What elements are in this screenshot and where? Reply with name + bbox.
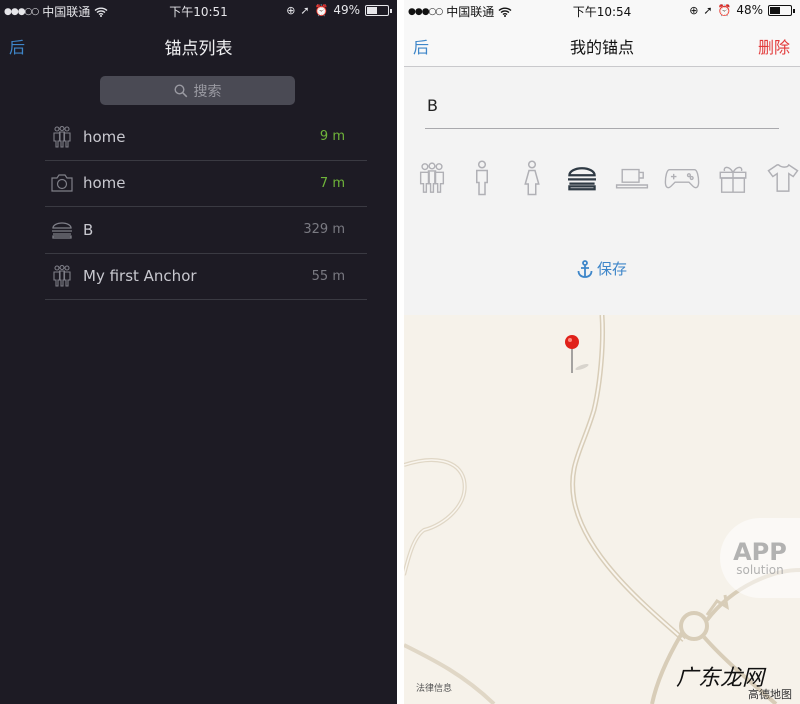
gift-icon[interactable] <box>715 158 750 198</box>
watermark-app-text: APP <box>733 538 787 566</box>
burger-icon <box>49 217 75 243</box>
delete-button[interactable]: 删除 <box>758 34 790 58</box>
gamepad-icon[interactable] <box>664 158 700 198</box>
save-label: 保存 <box>596 260 627 278</box>
battery-fill <box>770 6 780 14</box>
camera-icon <box>49 170 75 196</box>
burger-icon[interactable] <box>564 158 599 198</box>
map-roads <box>404 315 800 704</box>
screenshot-divider <box>397 0 404 704</box>
woman-icon[interactable] <box>514 158 549 198</box>
rotation-lock-icon: ⊕ <box>689 3 699 17</box>
location-arrow-icon: ➚ <box>300 3 310 17</box>
man-icon[interactable] <box>464 158 499 198</box>
list-item[interactable]: B 329 m <box>45 207 367 254</box>
battery-icon <box>365 4 392 16</box>
search-icon <box>173 83 187 97</box>
anchor-name: B <box>83 220 94 239</box>
rotation-lock-icon: ⊕ <box>286 3 296 17</box>
anchor-detail-screen: ●●●○○ 中国联通 下午10:54 ⊕ ➚ ⏰ 48% 后 我的锚点 删除 B <box>404 0 800 704</box>
page-title: 锚点列表 <box>164 39 233 59</box>
search-input[interactable]: 搜索 <box>100 76 295 105</box>
icon-picker <box>414 158 800 198</box>
anchor-distance: 329 m <box>303 222 345 238</box>
battery-percent: 49% <box>333 3 360 17</box>
map-legal-link[interactable]: 法律信息 <box>416 681 452 694</box>
app-solution-watermark: APP solution <box>720 518 800 598</box>
list-item[interactable]: home 9 m <box>45 114 367 161</box>
anchor-name-field[interactable]: B <box>425 88 779 129</box>
battery-icon <box>768 4 795 16</box>
page-title: 我的锚点 <box>569 38 634 57</box>
alarm-icon: ⏰ <box>314 3 329 17</box>
coffee-cup-icon[interactable] <box>614 158 649 198</box>
anchor-name: home <box>83 127 126 146</box>
list-item[interactable]: home 7 m <box>45 161 367 207</box>
anchor-distance: 9 m <box>319 129 345 145</box>
location-arrow-icon: ➚ <box>703 3 713 17</box>
anchor-list-screen: ●●●○○ 中国联通 下午10:51 ⊕ ➚ ⏰ 49% 后 锚点列表 搜索 h… <box>0 0 397 704</box>
map-provider-logo: 高德地图 <box>748 688 792 701</box>
battery-fill <box>367 6 377 14</box>
map-pin-icon[interactable] <box>562 333 602 377</box>
navigation-bar: 后 锚点列表 <box>0 22 397 66</box>
anchor-icon <box>577 259 593 278</box>
search-placeholder: 搜索 <box>193 83 222 100</box>
anchor-list: home 9 m home 7 m B 329 m My first Ancho… <box>45 114 367 300</box>
status-right-icons: ⊕ ➚ ⏰ 49% <box>286 3 392 17</box>
group-icon[interactable] <box>414 158 449 198</box>
group-icon <box>49 263 75 289</box>
anchor-name: home <box>83 174 126 193</box>
navigation-bar: 后 我的锚点 删除 <box>404 22 800 67</box>
alarm-icon: ⏰ <box>717 3 732 17</box>
group-icon <box>49 124 75 150</box>
save-button[interactable]: 保存 <box>404 258 800 279</box>
status-right-icons: ⊕ ➚ ⏰ 48% <box>689 3 795 17</box>
anchor-distance: 55 m <box>311 268 345 284</box>
status-bar: ●●●○○ 中国联通 下午10:51 ⊕ ➚ ⏰ 49% <box>0 0 397 22</box>
list-item[interactable]: My first Anchor 55 m <box>45 254 367 300</box>
tshirt-icon[interactable] <box>765 158 800 198</box>
map-view[interactable]: 法律信息 <box>404 315 800 704</box>
anchor-distance: 7 m <box>319 175 345 191</box>
watermark-solution-text: solution <box>736 563 784 577</box>
battery-percent: 48% <box>736 3 763 17</box>
anchor-name: My first Anchor <box>83 267 197 286</box>
status-bar: ●●●○○ 中国联通 下午10:54 ⊕ ➚ ⏰ 48% <box>404 0 800 22</box>
